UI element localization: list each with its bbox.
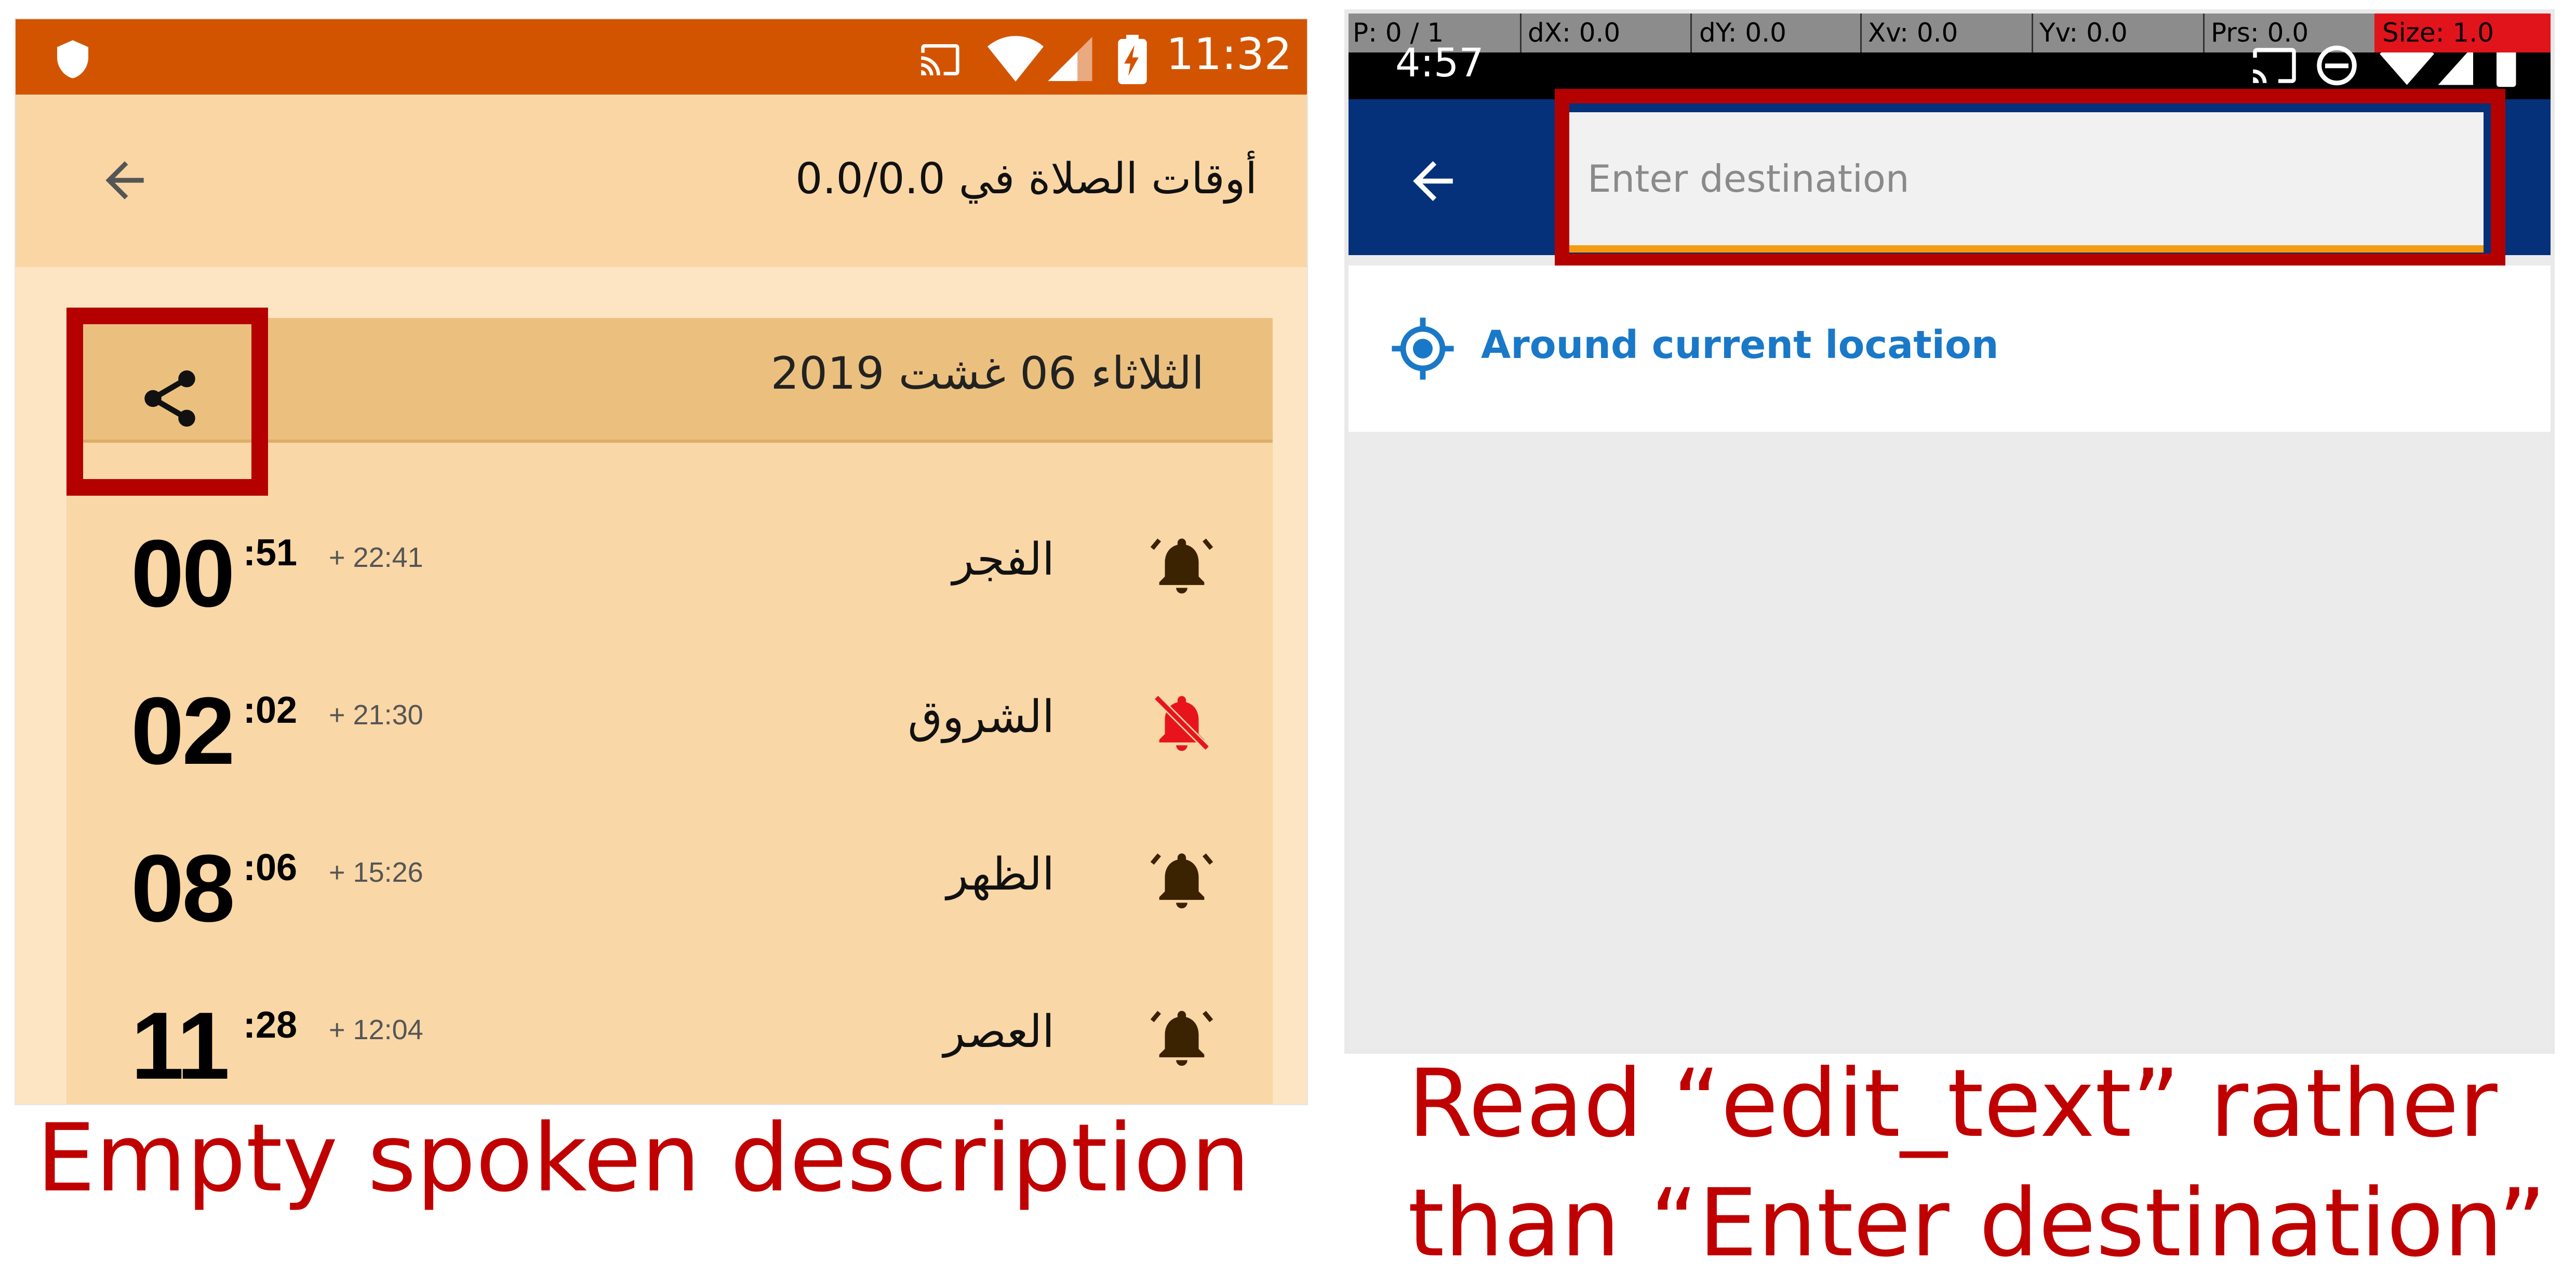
debug-dx: dX: 0.0 bbox=[1528, 18, 1621, 48]
app-bar: أوقات الصلاة في 0.0/0.0 bbox=[16, 95, 1307, 267]
signal-icon bbox=[1048, 37, 1092, 81]
status-bar: 11:32 bbox=[16, 19, 1307, 95]
minus-circle-icon bbox=[2317, 45, 2357, 86]
prayer-minute: :28 bbox=[243, 1004, 298, 1046]
around-current-location-option[interactable]: Around current location bbox=[1349, 266, 2551, 432]
battery-icon bbox=[1118, 35, 1147, 84]
around-current-location-label: Around current location bbox=[1481, 323, 1999, 367]
shield-icon bbox=[57, 40, 88, 78]
prayer-row: 11 :28 + 12:04 العصر bbox=[66, 959, 1273, 1104]
debug-yv: Yv: 0.0 bbox=[2039, 18, 2128, 48]
prayer-offset: + 12:04 bbox=[329, 1014, 423, 1045]
prayer-row: 00 :51 + 22:41 الفجر bbox=[66, 487, 1273, 645]
date-label: الثلاثاء 06 غشت 2019 bbox=[770, 348, 1204, 400]
destination-search-screen: 4:57 P: 0 / 1 dX: 0.0 dY: 0.0 Xv: 0.0 Yv… bbox=[1344, 9, 2555, 1054]
caption-right-line2: than “Enter destination” bbox=[1408, 1169, 2546, 1278]
caption-right-line1: Read “edit_text” rather bbox=[1408, 1050, 2498, 1158]
status-bar: 4:57 P: 0 / 1 dX: 0.0 dY: 0.0 Xv: 0.0 Yv… bbox=[1349, 14, 2551, 99]
back-arrow-icon[interactable] bbox=[94, 152, 156, 209]
bell-icon[interactable] bbox=[1148, 1004, 1216, 1071]
debug-separator bbox=[1860, 14, 1862, 52]
pointer-debug-bar: P: 0 / 1 dX: 0.0 dY: 0.0 Xv: 0.0 Yv: 0.0… bbox=[1349, 14, 2551, 52]
highlight-box-input bbox=[1555, 89, 2505, 268]
my-location-icon bbox=[1392, 317, 1454, 380]
prayer-name: الشروق bbox=[907, 691, 1055, 743]
prayer-name: العصر bbox=[943, 1006, 1055, 1058]
cast-icon bbox=[921, 44, 959, 75]
wifi-icon bbox=[987, 36, 1044, 82]
prayer-minute: :02 bbox=[243, 690, 298, 731]
bell-icon[interactable] bbox=[1148, 846, 1216, 914]
debug-dy: dY: 0.0 bbox=[1699, 18, 1786, 48]
debug-separator bbox=[2203, 14, 2205, 52]
debug-separator bbox=[2032, 14, 2033, 52]
debug-size: Size: 1.0 bbox=[2382, 18, 2494, 48]
caption-left: Empty spoken description bbox=[36, 1104, 1250, 1213]
prayer-offset: + 21:30 bbox=[329, 699, 423, 731]
status-time: 11:32 bbox=[1166, 29, 1292, 79]
prayer-row: 02 :02 + 21:30 الشروق bbox=[66, 644, 1273, 802]
page-title: أوقات الصلاة في 0.0/0.0 bbox=[795, 154, 1257, 204]
prayer-offset: + 15:26 bbox=[329, 857, 423, 888]
prayer-hour: 11 bbox=[131, 992, 230, 1099]
bell-icon[interactable] bbox=[1148, 532, 1216, 599]
prayer-hour: 02 bbox=[131, 677, 235, 784]
bell-off-icon[interactable] bbox=[1148, 689, 1216, 757]
prayer-minute: :06 bbox=[243, 847, 298, 889]
debug-p: P: 0 / 1 bbox=[1353, 18, 1444, 48]
debug-xv: Xv: 0.0 bbox=[1868, 18, 1958, 48]
back-arrow-icon[interactable] bbox=[1403, 151, 1463, 211]
prayer-hour: 00 bbox=[131, 520, 235, 627]
prayer-name: الظهر bbox=[946, 849, 1055, 900]
prayer-hour: 08 bbox=[131, 834, 235, 942]
debug-prs: Prs: 0.0 bbox=[2211, 18, 2309, 48]
prayer-minute: :51 bbox=[243, 532, 298, 574]
debug-separator bbox=[1520, 14, 1521, 52]
prayer-times-screen: 11:32 أوقات الصلاة في 0.0/0.0 الثلاثاء 0… bbox=[15, 18, 1308, 1105]
prayer-row: 08 :06 + 15:26 الظهر bbox=[66, 802, 1273, 960]
highlight-box-share bbox=[66, 308, 268, 496]
debug-separator bbox=[1690, 14, 1692, 52]
prayer-offset: + 22:41 bbox=[329, 542, 423, 573]
cast-icon bbox=[2253, 48, 2296, 83]
prayer-name: الفجر bbox=[952, 534, 1055, 586]
